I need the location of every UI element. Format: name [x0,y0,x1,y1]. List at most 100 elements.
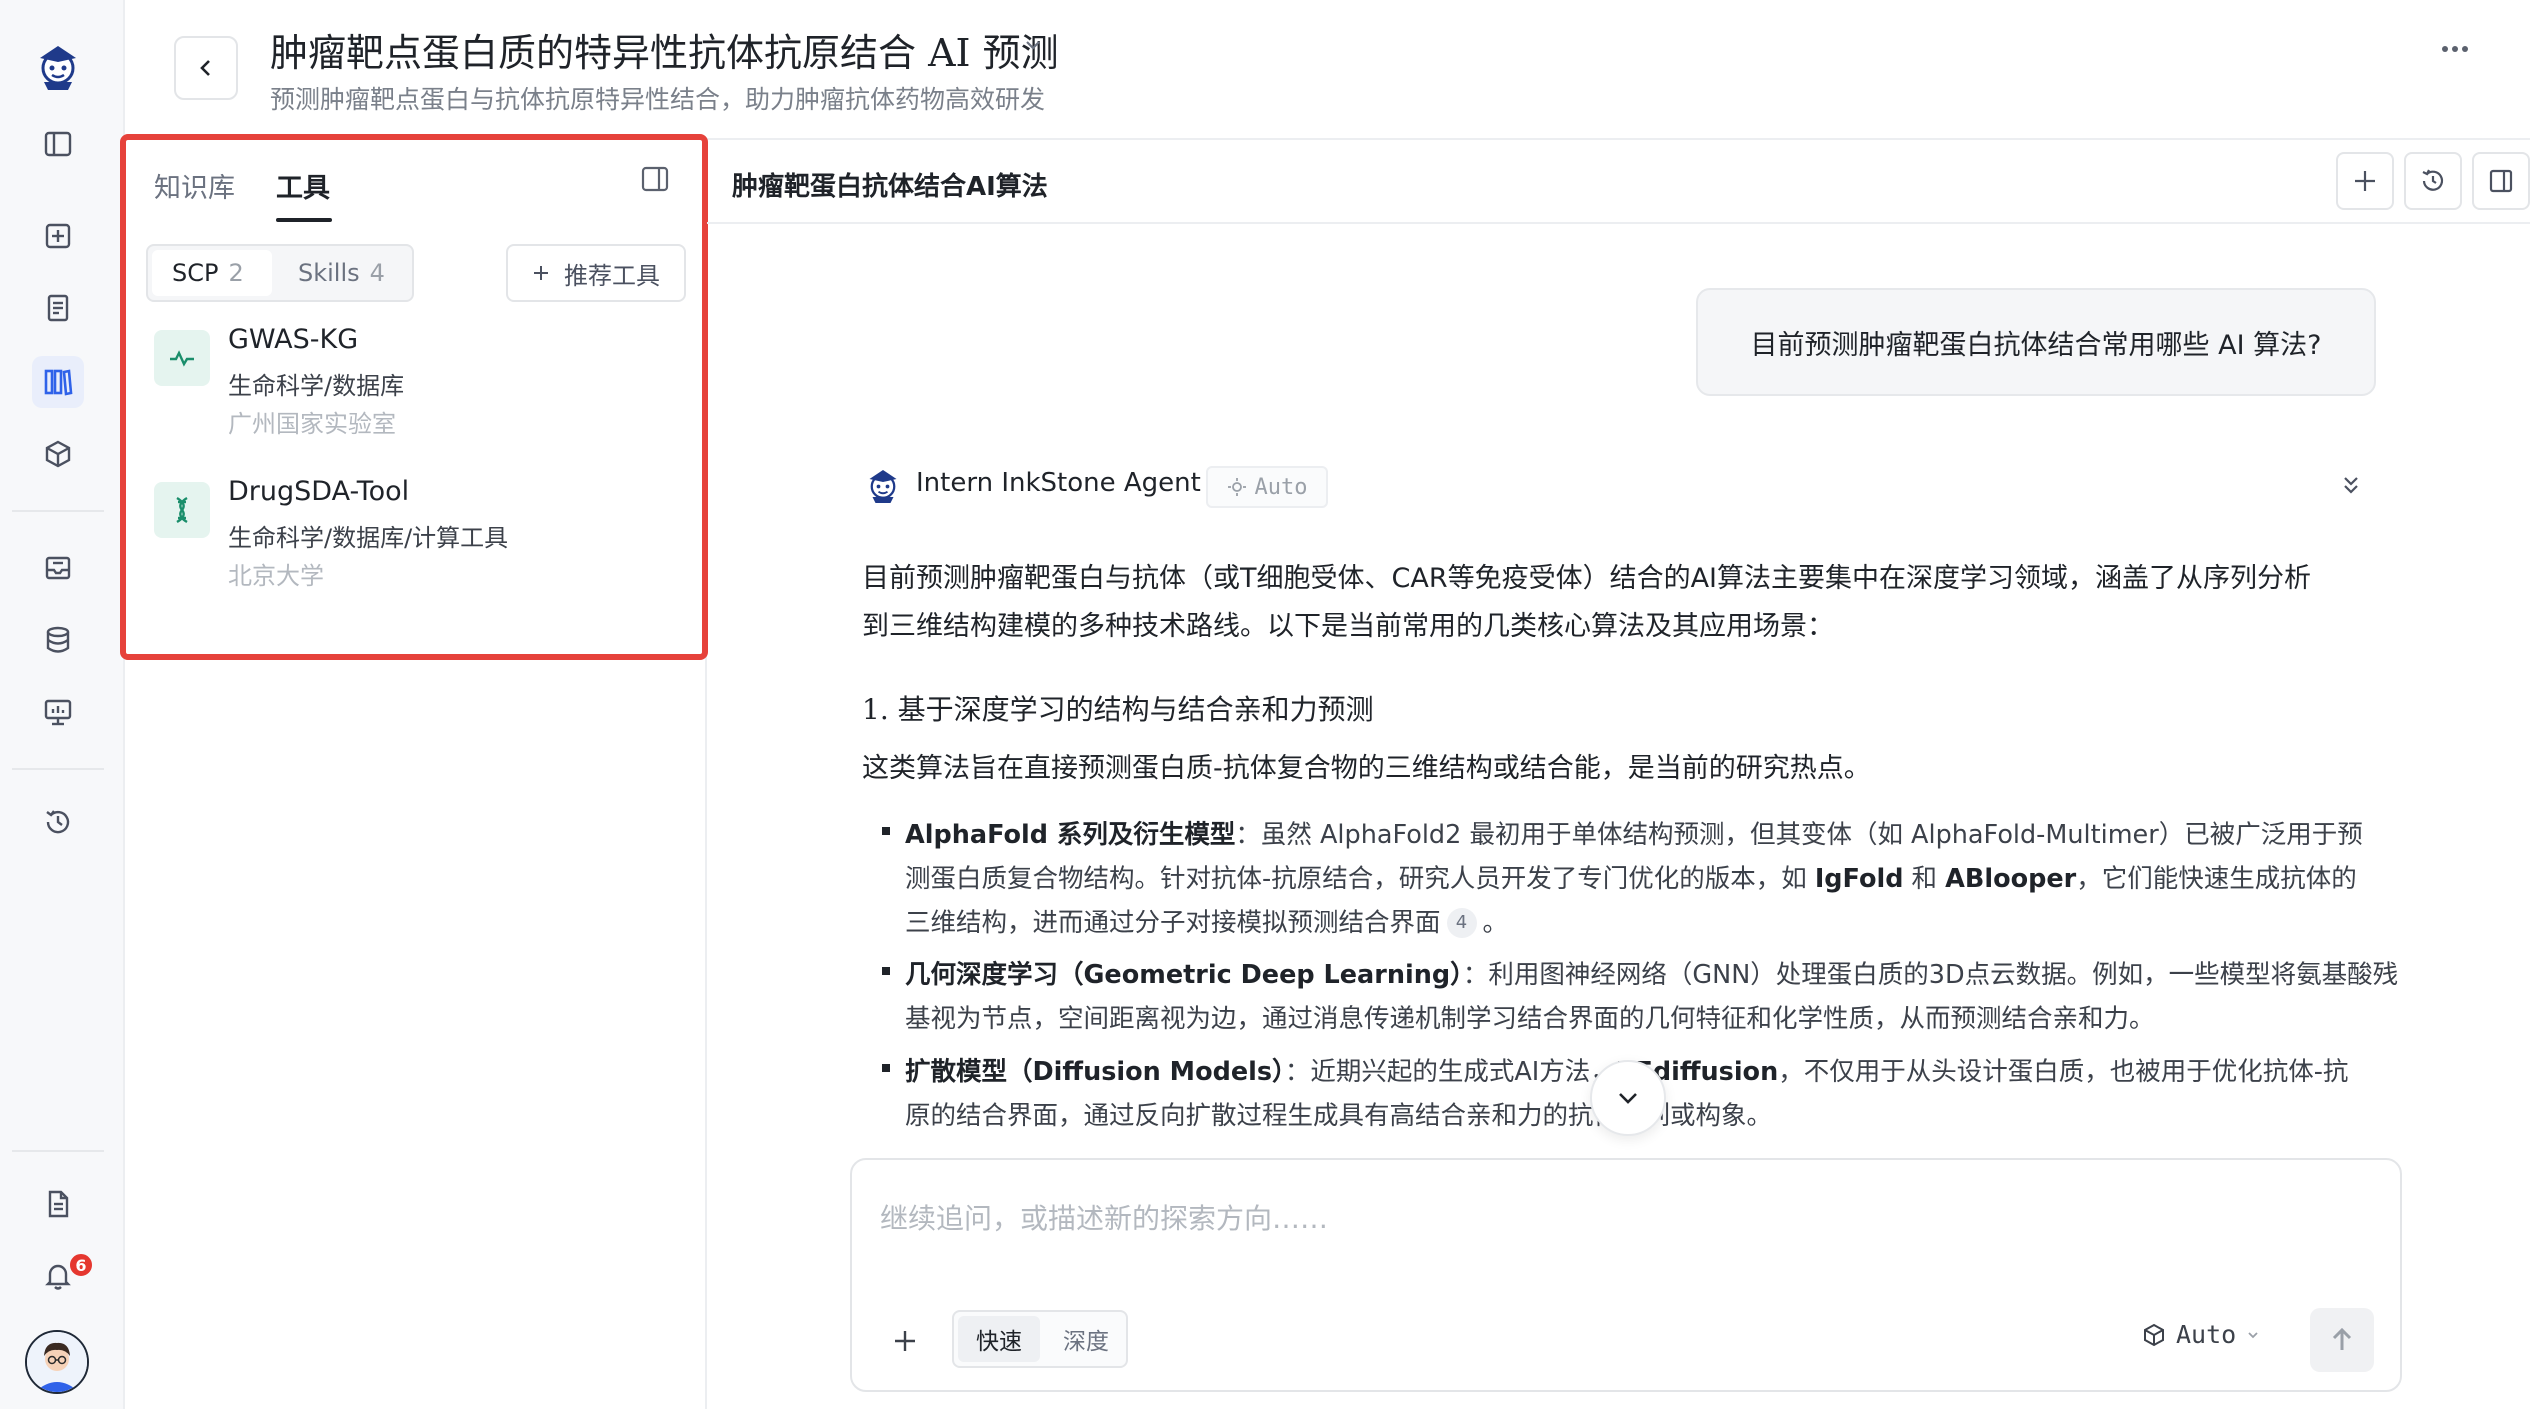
citation-badge[interactable]: 4 [1446,908,1477,938]
sidebar-toggle-icon[interactable] [32,118,84,170]
chat-input-box: 快速 深度 Auto [850,1158,2402,1392]
bullet-term: 几何深度学习（Geometric Deep Learning） [905,960,1463,990]
rail-divider [12,510,104,512]
clock-icon [2422,169,2444,191]
bullet-text: 。 [1482,908,1509,938]
bullet-term: AlphaFold 系列及衍生模型 [905,820,1236,850]
rail-divider [12,1150,104,1152]
bullet-marker [882,967,890,975]
segment-scp-count: 2 [228,259,244,287]
avatar[interactable] [25,1330,89,1394]
bullet-text: ，不仅用于从头设计蛋白质，也被用于优化抗体-抗 [1778,1057,2349,1087]
more-icon[interactable] [2440,44,2470,54]
bullet-term: 扩散模型（Diffusion Models） [905,1057,1285,1087]
mode-deep[interactable]: 深度 [1046,1316,1126,1362]
agent-logo [862,464,904,506]
tool-category: 生命科学/数据库 [228,372,405,400]
bullet-text: 和 [1903,864,1946,894]
bullet-term: IgFold [1814,864,1904,894]
database-icon[interactable] [32,614,84,666]
panel-toggle-icon[interactable] [640,164,670,194]
cube-icon [2144,1323,2164,1346]
segment-skills-label: Skills [298,259,360,287]
panel-divider [705,138,707,1409]
chevron-down-icon [1619,1093,1637,1104]
chevron-down-icon[interactable] [1022,34,1044,56]
bullet-1-line-2: 测蛋白质复合物结构。针对抗体-抗原结合，研究人员开发了专门优化的版本，如 IgF… [905,858,2357,895]
mode-fast[interactable]: 快速 [958,1316,1040,1362]
mode-segment: 快速 深度 [952,1310,1128,1368]
section-description: 这类算法旨在直接预测蛋白质-抗体复合物的三维结构或结合能，是当前的研究热点。 [862,753,1871,784]
page-subtitle: 预测肿瘤靶点蛋白与抗体抗原特异性结合，助力肿瘤抗体药物高效研发 [270,85,1046,114]
recommend-tool-button[interactable]: 推荐工具 [506,244,686,302]
bullet-text: ：虽然 AlphaFold2 最初用于单体结构预测，但其变体（如 AlphaFo… [1235,820,2363,850]
bullet-text: ，它们能快速生成抗体的 [2076,864,2357,894]
tab-tools[interactable]: 工具 [276,166,330,205]
bullet-term: ABlooper [1945,864,2077,894]
side-panel-button[interactable] [2472,152,2530,210]
cube-icon[interactable] [32,428,84,480]
chat-input[interactable] [880,1188,2360,1248]
model-label: Auto [2176,1320,2237,1349]
header-divider [125,138,2530,140]
collapse-icon[interactable] [2340,474,2362,496]
chat-header-divider [707,222,2530,224]
chevron-down-icon [2248,1331,2258,1338]
recommend-tool-label: 推荐工具 [564,261,660,290]
chevron-left-icon [200,60,210,76]
intro-line-2: 到三维结构建模的多种技术路线。以下是当前常用的几类核心算法及其应用场景： [862,611,1834,642]
segment-scp-label: SCP [172,259,219,287]
send-button[interactable] [2310,1308,2374,1372]
app-logo[interactable] [28,36,88,96]
attach-button[interactable] [892,1328,918,1354]
bullet-2-line-1: 几何深度学习（Geometric Deep Learning）：利用图神经网络（… [905,954,2398,991]
model-selector[interactable]: Auto [2142,1320,2260,1349]
back-button[interactable] [174,36,238,100]
page-title: 肿瘤靶点蛋白质的特异性抗体抗原结合 AI 预测 [270,31,1059,75]
history-button[interactable] [2404,152,2462,210]
tab-knowledge-base[interactable]: 知识库 [154,166,235,205]
segment-skills[interactable]: Skills 4 [298,250,385,296]
pulse-icon [154,330,210,386]
new-chat-icon[interactable] [32,210,84,262]
agent-mode-label: Auto [1254,474,1308,500]
segment-scp[interactable]: SCP 2 [152,250,272,296]
document-icon[interactable] [32,282,84,334]
bullet-1-line-3: 三维结构，进而通过分子对接模拟预测结合界面 4。 [905,902,1508,939]
user-message: 目前预测肿瘤靶蛋白抗体结合常用哪些 AI 算法? [1696,288,2376,396]
bullet-1-line-1: AlphaFold 系列及衍生模型：虽然 AlphaFold2 最初用于单体结构… [905,814,2363,851]
bullet-text: ：近期兴起的生成式AI方法， [1284,1057,1616,1087]
panel-right-icon [2489,169,2513,193]
notification-badge: 6 [68,1252,94,1278]
file-icon[interactable] [32,1178,84,1230]
library-icon[interactable] [32,356,84,408]
new-session-button[interactable] [2336,152,2394,210]
segment-skills-count: 4 [369,259,385,287]
tool-org: 北京大学 [228,562,324,590]
bullet-text: 测蛋白质复合物结构。针对抗体-抗原结合，研究人员开发了专门优化的版本，如 [905,864,1815,894]
history-icon[interactable] [32,796,84,848]
scroll-down-button[interactable] [1590,1060,1666,1136]
plus-icon [534,266,548,280]
bullet-marker [882,1064,890,1072]
dashboard-icon[interactable] [32,686,84,738]
sun-icon [1227,478,1246,496]
tool-type-segment: SCP 2 Skills 4 [146,244,414,302]
bullet-text: 三维结构，进而通过分子对接模拟预测结合界面 [905,908,1441,938]
highlight-box [120,134,708,660]
agent-mode-tag: Auto [1206,466,1328,508]
dna-icon [154,482,210,538]
chat-title: 肿瘤靶蛋白抗体结合AI算法 [732,172,1048,202]
bullet-2-line-2: 基视为节点，空间距离视为边，通过消息传递机制学习结合界面的几何特征和化学性质，从… [905,1004,2155,1034]
agent-name: Intern InkStone Agent [916,468,1201,498]
arrow-up-icon [2332,1327,2352,1350]
plus-icon [2355,171,2375,191]
tool-category: 生命科学/数据库/计算工具 [228,524,509,552]
tool-name: GWAS-KG [228,324,359,355]
inbox-icon[interactable] [32,542,84,594]
bullet-text: ：利用图神经网络（GNN）处理蛋白质的3D点云数据。例如，一些模型将氨基酸残 [1462,960,2399,990]
rail-divider [12,768,104,770]
tool-name: DrugSDA-Tool [228,476,410,507]
bullet-marker [882,827,890,835]
tool-org: 广州国家实验室 [228,410,396,438]
